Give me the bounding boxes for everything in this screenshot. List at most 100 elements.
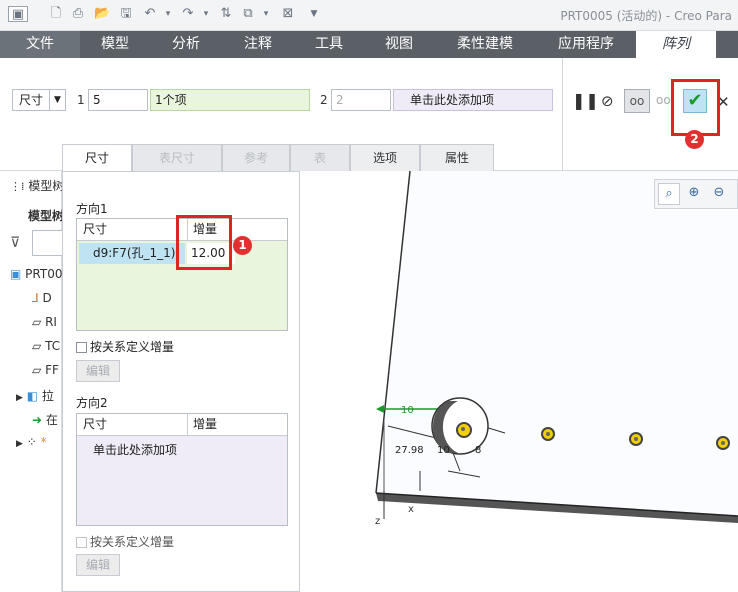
callout-badge-2: 2 [685,130,704,149]
direction2-dimension-table[interactable]: 尺寸 增量 单击此处添加项 [76,413,288,526]
dimension-label-10b[interactable]: 10 [437,445,450,456]
redo-dropdown-icon[interactable]: ▾ [198,6,214,22]
expand-arrow-icon: ▶ [16,439,23,449]
tree-item-label: D [42,291,52,305]
plane-icon: ▱ [32,363,42,377]
ribbon-tab-bar: 文件 模型 分析 注释 工具 视图 柔性建模 应用程序 阵列 [0,31,738,58]
tree-item-label: * [40,435,47,449]
windows-icon[interactable]: ⧉ [240,6,256,22]
dimension-label-2798[interactable]: 27.98 [395,445,424,456]
tab-model[interactable]: 模型 [80,31,150,58]
tab-applications[interactable]: 应用程序 [536,31,636,58]
app-menu-icon[interactable]: ▣ [8,6,28,22]
dimension-cell[interactable]: d9:F7(孔_1_1) [79,243,185,264]
tree-item-csys[interactable]: ⅃ D [32,291,52,309]
tree-item-top-plane[interactable]: ▱ TC [32,339,60,357]
tab-file[interactable]: 文件 [0,31,80,58]
tree-item-insert-here[interactable]: ➜ 在 [32,411,58,429]
csys-icon: ⅃ [32,291,39,305]
tab-pattern[interactable]: 阵列 [636,31,716,58]
model-tree-header: ⋮⁞ 模型树 [10,177,64,195]
direction2-add-item[interactable]: 单击此处添加项 [93,441,177,458]
open-file-icon[interactable]: 📂 [94,6,110,22]
tab-tools[interactable]: 工具 [294,31,364,58]
axis-z-label: z [375,516,381,527]
tree-item-extrude[interactable]: ▶ ◧ 拉 [16,387,54,405]
tree-search-input[interactable] [32,230,62,256]
edit-button-2[interactable]: 编辑 [76,554,120,576]
subtab-options[interactable]: 选项 [350,144,420,171]
redo-icon[interactable]: ↷ [180,6,196,22]
part-icon: ▣ [10,267,22,281]
pattern-member-hole[interactable] [456,422,472,438]
checkbox-label: 按关系定义增量 [90,340,175,354]
col-dimension: 尺寸 [83,417,108,431]
tree-item-label: 在 [45,413,58,427]
tab-analysis[interactable]: 分析 [150,31,222,58]
close-window-icon[interactable]: ⊠ [280,6,296,22]
pattern-type-value: 尺寸 [19,93,44,107]
pattern-marker-dot[interactable] [716,436,730,450]
zoom-in-icon[interactable]: ⊕ [683,183,705,205]
zoom-fit-icon[interactable]: ⌕ [658,183,680,205]
col-dimension: 尺寸 [83,222,108,236]
subtab-references[interactable]: 参考 [222,144,290,171]
tree-item-label: FF [45,363,59,377]
pattern-marker-dot[interactable] [629,432,643,446]
subtab-table-dimensions[interactable]: 表尺寸 [132,144,222,171]
windows-dropdown-icon[interactable]: ▾ [258,6,274,22]
glasses-icon[interactable]: oo [656,93,671,107]
tab-flexible-modeling[interactable]: 柔性建模 [434,31,536,58]
checkbox-label: 按关系定义增量 [90,535,175,549]
zoom-out-icon[interactable]: ⊖ [708,183,730,205]
direction1-title: 方向1 [76,202,108,216]
direction1-count-input[interactable]: 5 [88,89,148,111]
tree-item-label: TC [45,339,61,353]
regenerate-icon[interactable]: ⇅ [218,6,234,22]
tree-item-part[interactable]: ▣ PRT00 [10,267,62,285]
tree-item-label: RI [45,315,57,329]
filter-icon[interactable]: ⊽ [10,235,20,251]
new-file-icon[interactable]: 🗋 [48,6,64,22]
col-increment: 增量 [193,417,218,431]
relation-increment-checkbox-2[interactable]: 按关系定义增量 [76,533,174,550]
direction2-title: 方向2 [76,396,108,410]
pattern-marker-dot[interactable] [541,427,555,441]
customize-toolbar-icon[interactable]: ▼ [306,6,322,22]
tree-item-pattern[interactable]: ▶ ⁘ * [16,435,47,453]
no-preview-icon[interactable]: ⊘ [601,92,614,110]
model-geometry [375,171,738,523]
plane-icon: ▱ [32,315,42,329]
tree-item-right-plane[interactable]: ▱ RI [32,315,57,333]
tree-item-front-plane[interactable]: ▱ FF [32,363,59,381]
dimension-label-8[interactable]: 8 [475,445,481,456]
edit-button[interactable]: 编辑 [76,360,120,382]
direction2-items-field[interactable]: 单击此处添加项 [393,89,553,111]
verify-mode-icon[interactable]: oo [624,89,650,113]
tab-view[interactable]: 视图 [364,31,434,58]
quick-access-toolbar: ▣ 🗋 ⎙ 📂 🖫 ↶ ▾ ↷ ▾ ⇅ ⧉ ▾ ⊠ ▼ PRT0005 (活动的… [0,0,738,31]
tree-item-label: PRT00 [25,267,63,281]
highlight-confirm-box [671,79,720,136]
pattern-type-select[interactable]: 尺寸 ▼ [12,89,66,111]
graphics-viewport[interactable]: 10 27.98 10 8 z x ⌕ ⊕ ⊖ [300,171,738,592]
direction2-count-input[interactable]: 2 [331,89,391,111]
pause-icon[interactable]: ❚❚ [572,91,599,110]
highlight-increment-box [176,215,232,270]
save-icon[interactable]: 🖫 [118,6,134,22]
dimension-label-10[interactable]: 10 [401,405,414,416]
subtab-table[interactable]: 表 [290,144,350,171]
checkbox-box [76,537,87,548]
relation-increment-checkbox[interactable]: 按关系定义增量 [76,338,174,355]
subtab-properties[interactable]: 属性 [420,144,494,171]
model-tree-subheader: 模型树 [28,209,65,223]
tab-annotate[interactable]: 注释 [222,31,294,58]
tree-icon: ⋮⁞ [10,180,25,193]
subtab-dimensions[interactable]: 尺寸 [62,144,132,171]
print-icon[interactable]: ⎙ [70,6,86,22]
undo-icon[interactable]: ↶ [142,6,158,22]
undo-dropdown-icon[interactable]: ▾ [160,6,176,22]
tree-item-label: 拉 [41,389,54,403]
model-tree-title: 模型树 [28,179,65,193]
direction1-items-field[interactable]: 1个项 [150,89,310,111]
